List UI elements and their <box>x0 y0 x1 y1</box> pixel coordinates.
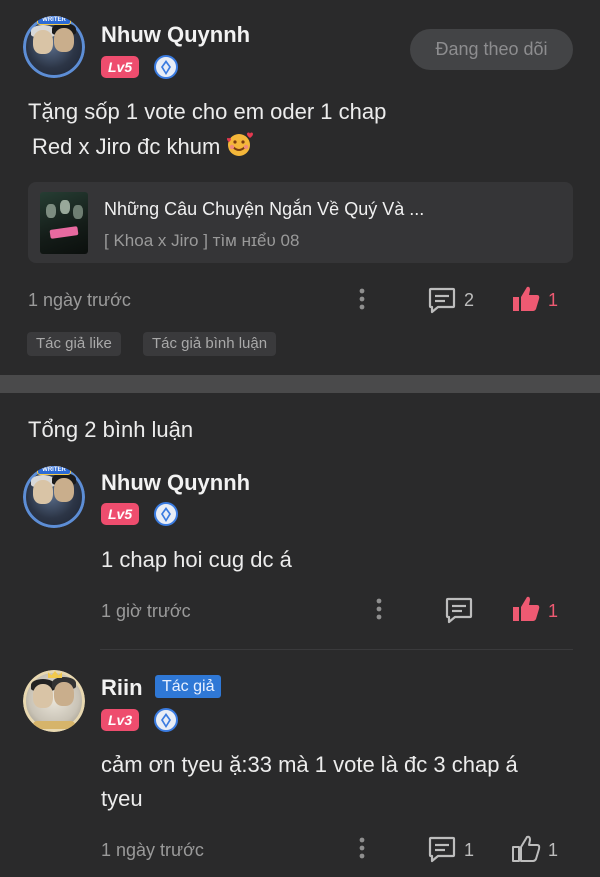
post-text-line2-content: Red x Jiro đc khum <box>32 134 221 159</box>
section-separator <box>0 375 600 393</box>
linked-book-card[interactable]: Những Câu Chuyện Ngắn Về Quý Và ... [ Kh… <box>28 182 573 263</box>
comment-time: 1 giờ trước <box>101 601 191 621</box>
comments-header: Tổng 2 bình luận <box>28 417 194 442</box>
like-outline-icon[interactable] <box>511 834 541 864</box>
comment-like-count: 1 <box>548 601 559 621</box>
author-liked-tag: Tác giả like <box>27 332 121 356</box>
post-author-name[interactable]: Nhuw Quynnh <box>101 22 250 48</box>
comment-comment-count: 1 <box>464 840 475 860</box>
post-comment-count: 2 <box>464 290 475 310</box>
comment-author-name[interactable]: Riin <box>101 675 143 701</box>
level-badge: Lv3 <box>101 709 140 731</box>
post-author-avatar[interactable]: WRITER <box>23 16 85 78</box>
level-badge: Lv5 <box>101 56 140 78</box>
comment-text: 1 chap hoi cug dc á <box>101 547 292 572</box>
like-filled-icon[interactable] <box>511 594 541 624</box>
book-title: Những Câu Chuyện Ngắn Về Quý Và ... <box>104 199 425 219</box>
author-commented-tag: Tác giả bình luận <box>143 332 277 356</box>
book-subtitle: [ Khoa x Jiro ] ᴛìᴍ ʜɪểᴜ 08 <box>104 231 300 250</box>
post-text-line2: Red x Jiro đc khum <box>32 130 254 164</box>
like-filled-icon[interactable] <box>511 284 541 314</box>
comment-icon[interactable] <box>427 835 457 863</box>
comment-author-avatar[interactable] <box>23 670 85 732</box>
comment-author-name[interactable]: Nhuw Quynnh <box>101 470 250 496</box>
comment-icon[interactable] <box>444 596 474 624</box>
following-button[interactable]: Đang theo dõi <box>410 29 573 70</box>
comment-text-line2: tyeu <box>101 786 143 811</box>
more-vertical-icon[interactable] <box>355 836 369 862</box>
comment-like-count: 1 <box>548 840 559 860</box>
author-badge: Tác giả <box>155 675 222 698</box>
more-vertical-icon[interactable] <box>355 287 369 313</box>
smiling-face-hearts-icon <box>226 131 254 156</box>
book-cover <box>40 192 88 254</box>
post-text-line1: Tặng sốp 1 vote cho em oder 1 chap <box>28 99 387 124</box>
diamond-icon <box>154 708 178 732</box>
comment-divider <box>100 649 573 650</box>
post-like-count: 1 <box>548 290 559 310</box>
comment-icon[interactable] <box>427 286 457 314</box>
more-vertical-icon[interactable] <box>372 597 386 623</box>
diamond-icon <box>154 55 178 79</box>
level-badge: Lv5 <box>101 503 140 525</box>
post-time: 1 ngày trước <box>28 290 131 310</box>
comment-author-avatar[interactable]: WRITER <box>23 466 85 528</box>
comment-time: 1 ngày trước <box>101 840 204 860</box>
diamond-icon <box>154 502 178 526</box>
comment-text-line1: cảm ơn tyeu ặ:33 mà 1 vote là đc 3 chap … <box>101 752 518 777</box>
